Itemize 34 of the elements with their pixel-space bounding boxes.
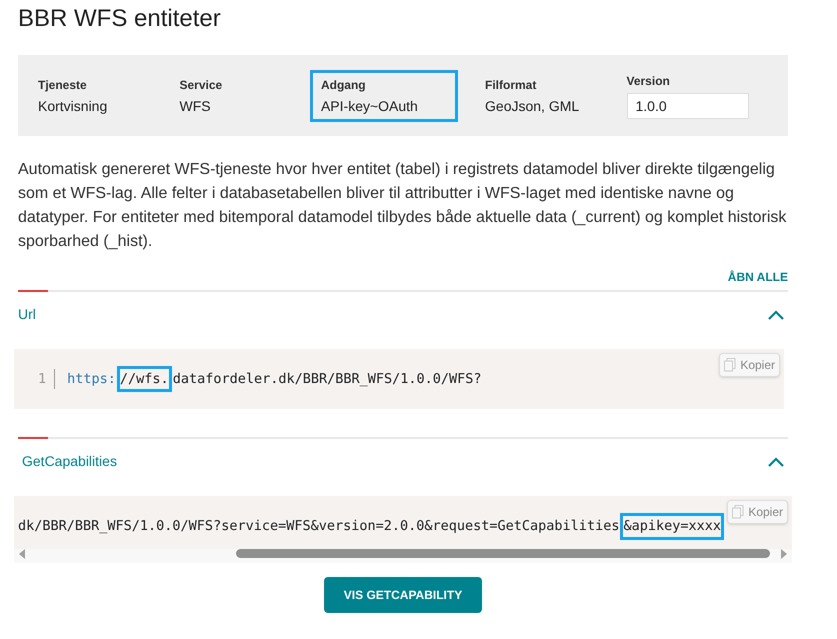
copy-button[interactable]: Kopier: [719, 353, 780, 377]
copy-icon: [732, 505, 744, 520]
field-label: Adgang: [320, 76, 367, 92]
accent-line: [18, 437, 48, 440]
scrollbar[interactable]: [14, 548, 792, 562]
code-text: //wfs.: [120, 369, 169, 390]
field-value: Kortvisning: [38, 96, 108, 114]
chevron-up-icon[interactable]: [768, 310, 784, 320]
code-text: dk/BBR/BBR_WFS/1.0.0/WFS?service=WFS&version=2.0.0&request=GetCapabilities: [18, 517, 620, 536]
code-text: &apikey=xxxx: [623, 516, 721, 536]
section-title[interactable]: Url: [18, 304, 36, 325]
line-number: 1: [38, 369, 56, 390]
chevron-up-icon[interactable]: [768, 456, 784, 467]
code-text: datafordeler.dk/BBR/BBR_WFS/1.0.0/WFS?: [172, 370, 482, 389]
code-text: https:: [67, 370, 116, 389]
scroll-right-icon[interactable]: [780, 548, 788, 558]
copy-icon: [724, 358, 736, 372]
field-label: Tjeneste: [38, 76, 88, 92]
field-value: API-key~OAuth: [320, 96, 419, 114]
field-label: Version: [626, 72, 671, 88]
section-title[interactable]: GetCapabilities: [18, 451, 117, 472]
accent-line: [18, 290, 48, 292]
expand-all-link[interactable]: ÅBN ALLE: [728, 268, 788, 286]
field-label: Service: [179, 76, 224, 92]
page-title: BBR WFS entiteter: [18, 4, 222, 34]
field-label: Filformat: [485, 76, 538, 92]
scroll-thumb[interactable]: [236, 549, 770, 558]
copy-button[interactable]: Kopier: [727, 500, 788, 524]
show-capabilities-button[interactable]: VIS GETCAPABILITY: [324, 576, 482, 612]
field-value: GeoJson, GML: [485, 96, 580, 114]
scroll-left-icon[interactable]: [18, 548, 26, 558]
description-text: Automatisk genereret WFS-tjeneste hvor hver entitet (tabel) i registrets datamodel bliver direkte tilgængelig som et WFS-lag. Alle felter i databasetabellen bliver til attributter i WFS-laget med identiske navne og datatyper. For entiteter med bitemporal datamodel tilbydes både aktuelle data (_current) og komplet historisk sporbarhed (_hist).: [18, 160, 788, 252]
field-value: WFS: [179, 96, 212, 114]
version-field[interactable]: 1.0.0: [626, 92, 748, 118]
